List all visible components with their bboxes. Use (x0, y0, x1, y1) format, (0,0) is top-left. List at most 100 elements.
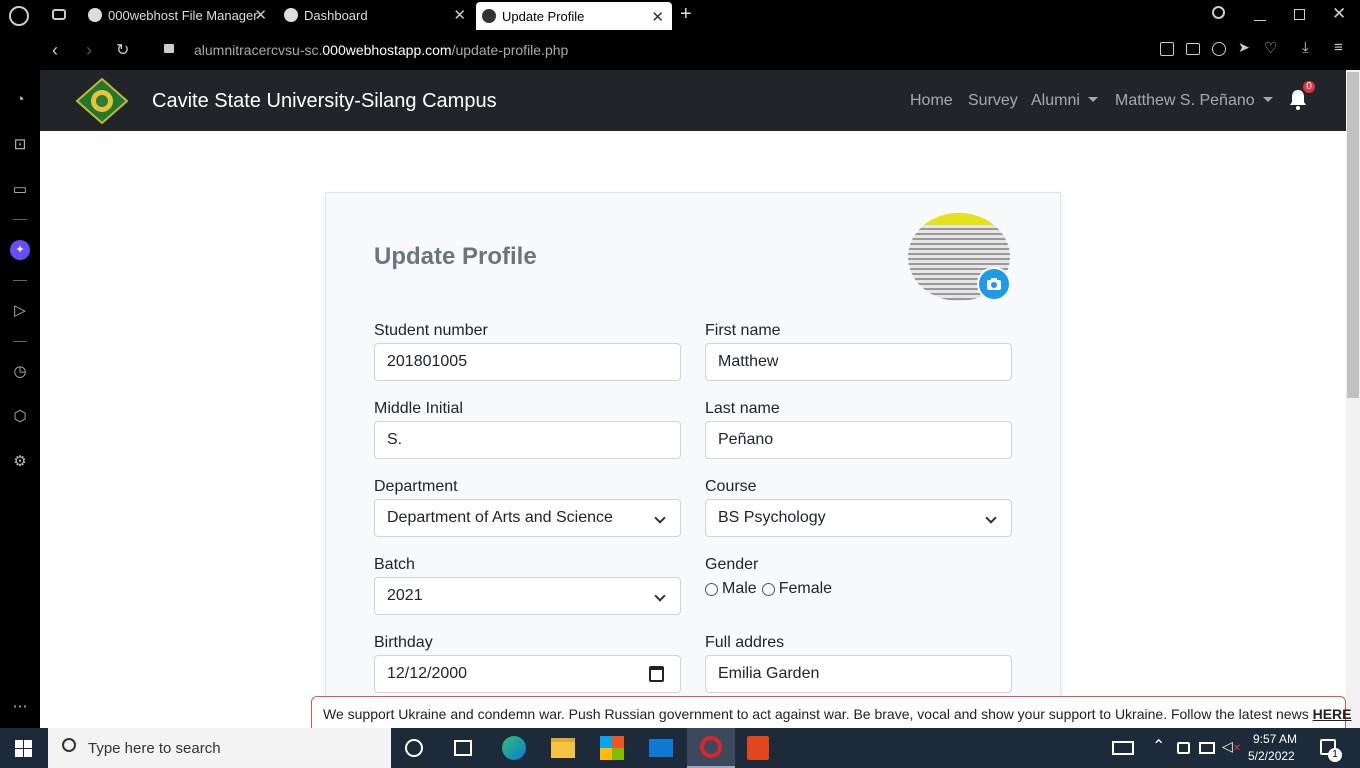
browser-sidebar: ◔ ⊡ ▭ ✦ ▷ ◷ ⬡ ⚙ ⋯ (0, 30, 40, 728)
mail-icon[interactable] (649, 739, 673, 757)
nav-home[interactable]: Home (910, 92, 953, 110)
batch-label: Batch (374, 556, 415, 573)
clock-date[interactable]: 5/2/2022 (1248, 749, 1295, 763)
close-tab-icon[interactable]: ✕ (453, 6, 466, 24)
nav-alumni-label: Alumni (1031, 92, 1080, 109)
adblock-icon[interactable] (1212, 42, 1226, 56)
first-name-input[interactable]: Matthew (705, 343, 1012, 381)
caret-down-icon (1087, 97, 1098, 102)
last-name-input[interactable]: Peñano (705, 421, 1012, 459)
department-select[interactable]: Department of Arts and Science (374, 499, 681, 537)
forward-icon[interactable]: › (86, 40, 92, 61)
player-icon[interactable]: ▷ (10, 301, 30, 321)
page-title: Update Profile (374, 243, 537, 270)
birthday-label: Birthday (374, 634, 433, 651)
snapshot-icon[interactable] (1186, 43, 1200, 55)
camera-tray-icon[interactable] (1177, 742, 1190, 754)
batch-value: 2021 (387, 587, 423, 604)
site-navbar: Cavite State University-Silang Campus Ho… (40, 70, 1346, 131)
gender-male-label: Male (722, 580, 757, 597)
avatar-highlight (908, 213, 1010, 225)
gender-female-label: Female (778, 580, 833, 597)
easy-setup-icon[interactable]: ≡ (1334, 39, 1343, 56)
edge-icon[interactable] (502, 736, 526, 760)
tab-workspace-icon[interactable] (52, 9, 66, 20)
notification-count-badge: 0 (1303, 81, 1315, 93)
student-number-input[interactable]: 201801005 (374, 343, 681, 381)
twitch-icon[interactable]: ▭ (10, 180, 30, 200)
opera-menu-icon[interactable] (9, 6, 29, 26)
show-hidden-icons[interactable]: ⌃ (1152, 736, 1165, 756)
search-icon (62, 738, 76, 752)
cortana-icon[interactable] (405, 739, 423, 757)
messenger-icon[interactable]: ✦ (10, 240, 30, 260)
university-logo[interactable] (75, 77, 129, 125)
microsoft-store-icon[interactable] (600, 736, 624, 760)
close-tab-icon[interactable]: ✕ (254, 6, 267, 24)
network-icon[interactable] (1199, 742, 1215, 754)
close-tab-icon[interactable]: ✕ (651, 8, 664, 26)
globe-icon (284, 8, 298, 22)
lock-icon (164, 44, 174, 53)
tab-dashboard[interactable]: Dashboard ✕ (278, 0, 474, 30)
tab-update-profile[interactable]: Update Profile ✕ (476, 2, 672, 30)
share-icon[interactable] (1160, 42, 1174, 56)
gender-male-radio[interactable] (705, 582, 718, 596)
brand-title[interactable]: Cavite State University-Silang Campus (152, 90, 497, 113)
department-value: Department of Arts and Science (387, 509, 613, 526)
speed-dial-icon[interactable]: ◔ (10, 90, 30, 110)
caret-down-icon (1262, 97, 1273, 102)
windows-start-icon[interactable] (15, 740, 32, 757)
middle-initial-input[interactable]: S. (374, 421, 681, 459)
send-icon[interactable]: ➤ (1238, 39, 1250, 56)
tab-label: 000webhost File Manager (108, 7, 258, 23)
first-name-label: First name (705, 322, 781, 339)
banner-link[interactable]: HERE (1313, 706, 1352, 722)
new-tab-button[interactable]: + (680, 3, 692, 26)
office-icon[interactable] (747, 736, 769, 760)
back-icon[interactable]: ‹ (52, 40, 58, 61)
opera-taskbar-button[interactable] (687, 728, 735, 768)
settings-icon[interactable]: ⚙ (10, 452, 30, 472)
url-domain: 000webhostapp.com (322, 42, 452, 58)
briefcase-icon[interactable]: ⊡ (10, 135, 30, 155)
scrollbar-thumb[interactable] (1347, 72, 1359, 398)
birthday-input[interactable]: 12/12/2000 (374, 655, 681, 693)
extensions-icon[interactable]: ⬡ (10, 407, 30, 427)
course-value: BS Psychology (718, 509, 826, 526)
nav-alumni-dropdown[interactable]: Alumni (1031, 92, 1098, 110)
gender-female-radio[interactable] (761, 582, 775, 596)
nav-user-dropdown[interactable]: Matthew S. Peñano (1115, 92, 1273, 110)
search-tabs-icon[interactable] (1212, 6, 1225, 19)
tab-label: Update Profile (502, 8, 585, 24)
keyboard-icon[interactable] (1112, 741, 1134, 755)
chevron-down-icon (654, 590, 666, 602)
history-icon[interactable]: ◷ (10, 362, 30, 382)
camera-icon[interactable] (977, 267, 1011, 301)
page-scrollbar[interactable] (1346, 70, 1360, 728)
calendar-icon[interactable] (649, 666, 664, 682)
student-number-label: Student number (374, 322, 488, 339)
volume-muted-icon[interactable]: ◁✕ (1222, 738, 1241, 755)
reload-icon[interactable]: ↻ (116, 40, 129, 60)
taskbar-search-box[interactable]: Type here to search (48, 728, 391, 768)
restore-icon[interactable] (1294, 9, 1305, 20)
batch-select[interactable]: 2021 (374, 577, 681, 615)
department-label: Department (374, 478, 458, 495)
task-view-icon[interactable] (454, 740, 472, 756)
heart-icon[interactable]: ♡ (1264, 39, 1277, 57)
file-explorer-icon[interactable] (551, 738, 575, 758)
minimize-icon[interactable] (1254, 20, 1266, 21)
course-select[interactable]: BS Psychology (705, 499, 1012, 537)
gender-options: Male Female (705, 580, 832, 598)
download-icon[interactable]: ⤓ (1302, 39, 1309, 56)
tab-file-manager[interactable]: 000webhost File Manager ✕ (80, 0, 275, 30)
close-window-icon[interactable]: ✕ (1332, 4, 1346, 24)
globe-icon (482, 9, 496, 23)
more-icon[interactable]: ⋯ (10, 697, 30, 717)
clock-time[interactable]: 9:57 AM (1253, 732, 1297, 746)
address-input[interactable]: Emilia Garden (705, 655, 1012, 693)
nav-survey[interactable]: Survey (968, 92, 1018, 110)
sidebar-divider (13, 219, 27, 220)
url-field[interactable]: alumnitracercvsu-sc.000webhostapp.com/up… (194, 42, 568, 58)
